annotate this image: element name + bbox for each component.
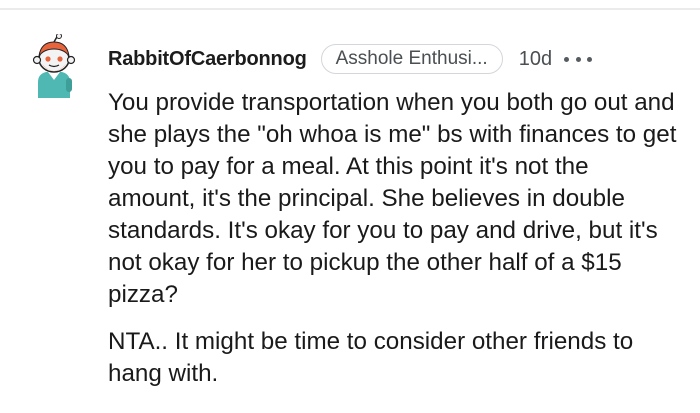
comment-paragraph: NTA.. It might be time to consider other…	[108, 328, 634, 387]
comment-body: You provide transportation when you both…	[108, 87, 678, 390]
username[interactable]: RabbitOfCaerbonnog	[108, 48, 307, 71]
more-dot	[575, 56, 581, 62]
comment-header: RabbitOfCaerbonnog Asshole Enthusi... 10…	[108, 42, 593, 76]
comment-paragraph: You provide transportation when you both…	[108, 89, 677, 308]
comment: RabbitOfCaerbonnog Asshole Enthusi... 10…	[0, 0, 700, 413]
comment-age: 10d	[518, 47, 553, 70]
snoo-avatar-icon[interactable]	[22, 33, 86, 98]
more-dot	[587, 56, 593, 62]
more-horizontal-icon[interactable]	[564, 49, 593, 69]
user-flair[interactable]: Asshole Enthusi...	[320, 44, 503, 74]
more-dot	[564, 56, 570, 62]
